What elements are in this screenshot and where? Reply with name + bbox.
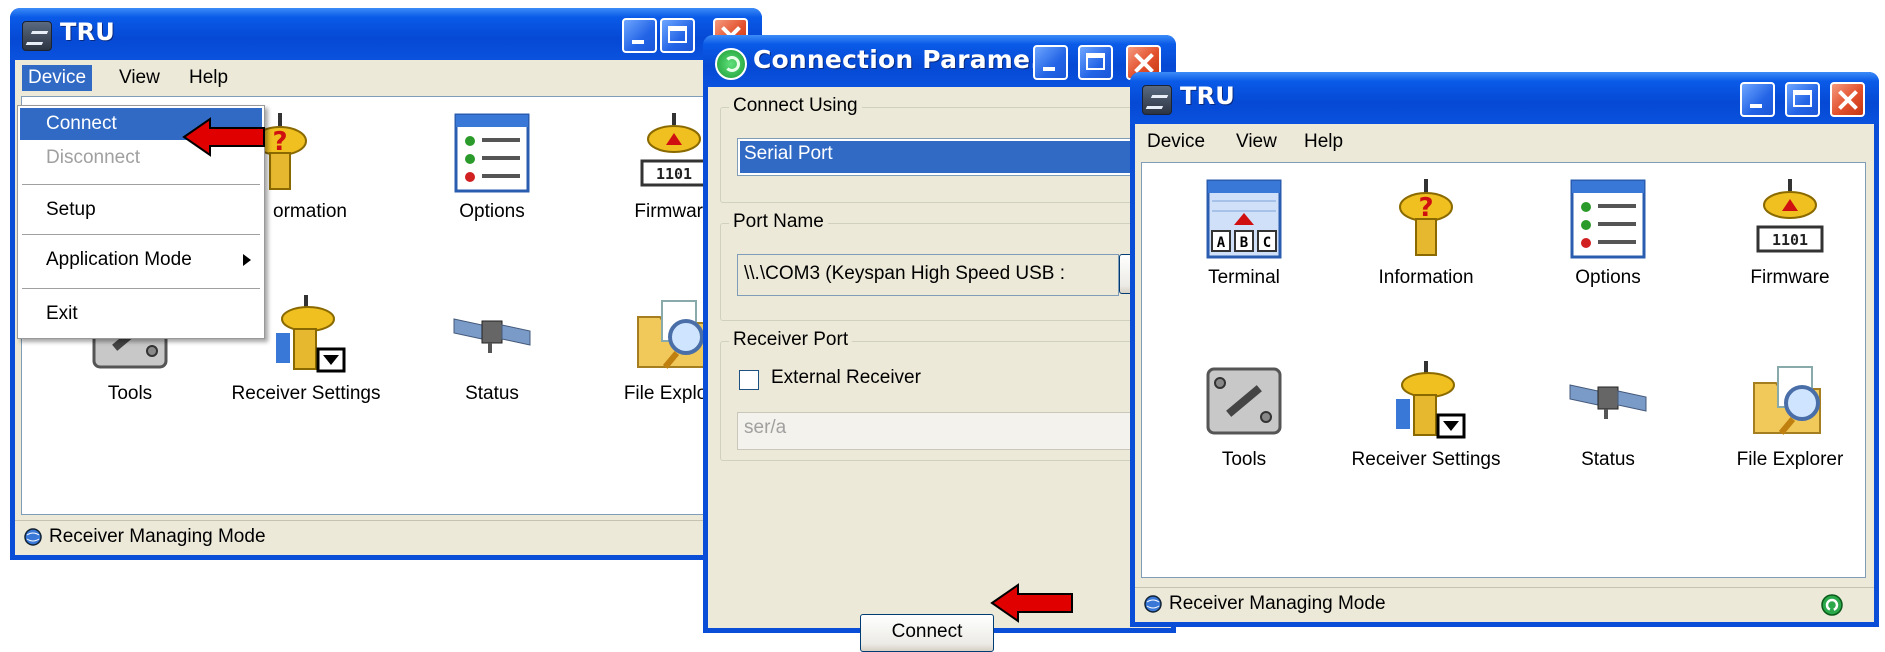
options-label: Options bbox=[1575, 267, 1641, 288]
menu-help[interactable]: Help bbox=[183, 65, 234, 91]
information-label: ormation bbox=[273, 201, 347, 222]
window-body: Device View Help A B C Terminal ? Inform… bbox=[1135, 124, 1874, 622]
status-text: Receiver Managing Mode bbox=[1169, 593, 1386, 614]
tru-app-icon bbox=[22, 21, 52, 51]
minimize-button[interactable] bbox=[1740, 82, 1775, 117]
svg-text:B: B bbox=[1240, 235, 1248, 251]
options-label: Options bbox=[459, 201, 525, 222]
folder-magnifier-icon bbox=[637, 300, 705, 369]
connect-using-group: Connect Using Serial Port bbox=[720, 95, 1162, 203]
dialog-title-bar[interactable]: Connection Parame... bbox=[703, 35, 1176, 87]
wrench-tools-icon bbox=[1206, 367, 1282, 435]
svg-text:1101: 1101 bbox=[656, 165, 692, 183]
firmware-chip-icon: 1101 bbox=[1756, 179, 1824, 253]
port-name-field[interactable]: \\.\COM3 (Keyspan High Speed USB : bbox=[737, 254, 1119, 296]
svg-text:1101: 1101 bbox=[1772, 231, 1808, 249]
status-label: Status bbox=[465, 383, 519, 404]
connection-parameters-dialog: Connection Parame... Connect Using Seria… bbox=[703, 35, 1176, 652]
file-explorer-label: File Explorer bbox=[1736, 449, 1844, 470]
svg-text:C: C bbox=[1263, 235, 1271, 251]
port-name-label: Port Name bbox=[729, 211, 828, 233]
close-button[interactable] bbox=[1830, 82, 1865, 117]
satellite-icon bbox=[453, 318, 531, 353]
firmware-chip-icon: 1101 bbox=[640, 113, 708, 187]
menu-separator bbox=[22, 184, 260, 185]
tool-grid: A B C Terminal ? Information Options 110… bbox=[1141, 162, 1866, 578]
receiver-settings-icon bbox=[276, 295, 346, 373]
submenu-arrow-icon bbox=[243, 254, 251, 266]
window-title: TRU bbox=[1180, 82, 1235, 110]
svg-text:A: A bbox=[1217, 235, 1226, 251]
menu-bar: Device View Help bbox=[15, 60, 757, 94]
options-list-icon bbox=[1570, 179, 1646, 259]
tools-label: Tools bbox=[1221, 449, 1267, 470]
menu-view[interactable]: View bbox=[113, 65, 166, 91]
maximize-button[interactable] bbox=[660, 18, 695, 53]
menu-exit[interactable]: Exit bbox=[20, 298, 262, 330]
menu-setup[interactable]: Setup bbox=[20, 194, 262, 226]
receiver-port-select: ser/a bbox=[737, 412, 1159, 450]
menu-device[interactable]: Device bbox=[1141, 129, 1211, 155]
window-title: TRU bbox=[60, 18, 115, 46]
menu-separator bbox=[22, 234, 260, 235]
satellite-icon bbox=[1569, 384, 1647, 419]
dialog-title: Connection Parame... bbox=[753, 45, 1060, 74]
menu-separator bbox=[22, 288, 260, 289]
title-bar[interactable]: TRU bbox=[10, 8, 762, 60]
receiver-port-group: Receiver Port External Receiver ser/a bbox=[720, 329, 1162, 461]
receiver-settings-label: Receiver Settings bbox=[231, 383, 381, 404]
connected-status-icon bbox=[1821, 594, 1843, 616]
firmware-label: Firmware bbox=[1750, 267, 1830, 288]
folder-magnifier-icon bbox=[1753, 366, 1821, 435]
tools-label: Tools bbox=[107, 383, 153, 404]
status-label: Status bbox=[1581, 449, 1635, 470]
terminal-abc-icon: A B C bbox=[1206, 179, 1282, 259]
minimize-button[interactable] bbox=[1033, 45, 1068, 80]
title-bar[interactable]: TRU bbox=[1130, 72, 1879, 124]
status-text: Receiver Managing Mode bbox=[49, 526, 266, 547]
info-gps-icon: ? bbox=[1399, 179, 1453, 256]
dialog-body: Connect Using Serial Port Port Name \\.\… bbox=[708, 87, 1171, 652]
terminal-label: Terminal bbox=[1208, 267, 1280, 288]
red-arrow-pointer-icon bbox=[182, 117, 265, 157]
port-name-group: Port Name \\.\COM3 (Keyspan High Speed U… bbox=[720, 211, 1162, 321]
red-arrow-pointer-icon bbox=[990, 583, 1073, 623]
connect-using-select[interactable]: Serial Port bbox=[737, 138, 1159, 176]
menu-help[interactable]: Help bbox=[1298, 129, 1349, 155]
menu-bar: Device View Help bbox=[1135, 124, 1874, 158]
receiver-port-label: Receiver Port bbox=[729, 329, 853, 351]
connection-icon bbox=[715, 48, 747, 80]
tru-app-icon bbox=[1142, 85, 1172, 115]
receiver-settings-icon bbox=[1396, 361, 1466, 439]
information-label: Information bbox=[1378, 267, 1474, 288]
maximize-button[interactable] bbox=[1785, 82, 1820, 117]
external-receiver-label: External Receiver bbox=[771, 367, 921, 388]
menu-application-mode[interactable]: Application Mode bbox=[20, 244, 262, 276]
minimize-button[interactable] bbox=[622, 18, 657, 53]
globe-status-icon bbox=[1144, 595, 1162, 613]
options-list-icon bbox=[454, 113, 530, 193]
globe-status-icon bbox=[24, 528, 42, 546]
menu-device[interactable]: Device bbox=[22, 65, 93, 91]
menu-view[interactable]: View bbox=[1230, 129, 1283, 155]
receiver-settings-label: Receiver Settings bbox=[1351, 449, 1501, 470]
maximize-button[interactable] bbox=[1078, 45, 1113, 80]
connect-button[interactable]: Connect bbox=[860, 614, 994, 652]
connect-using-label: Connect Using bbox=[729, 95, 862, 117]
status-bar: Receiver Managing Mode bbox=[1135, 587, 1874, 622]
tru-window-connected: TRU Device View Help A B C Terminal ? In… bbox=[1130, 72, 1879, 627]
status-bar: Receiver Managing Mode bbox=[15, 520, 757, 555]
external-receiver-checkbox[interactable] bbox=[739, 370, 759, 390]
